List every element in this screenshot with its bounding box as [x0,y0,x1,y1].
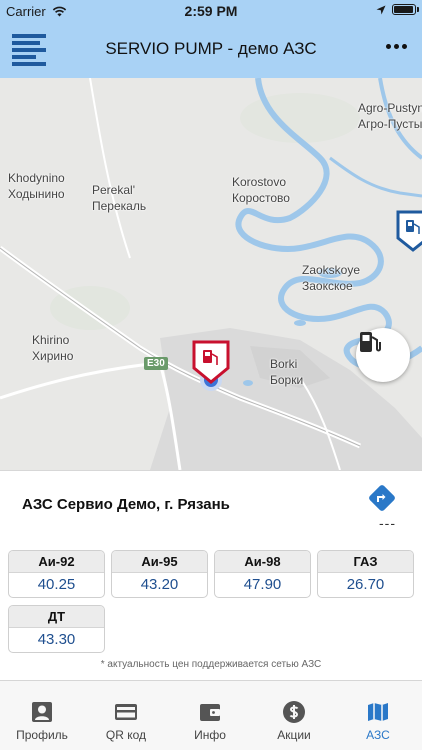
map-label-khirino: Khirino Хирино [32,333,74,363]
map-label-khodynino: Khodynino Ходынино [8,171,65,201]
status-right [376,4,419,15]
fuel-type: ДТ [9,606,104,628]
fuel-price: 40.25 [37,576,76,593]
fuel-type: Аи-95 [112,551,207,573]
tab-info[interactable]: Инфо [168,681,252,750]
directions-button[interactable] [367,483,397,513]
header: Carrier 2:59 PM SERVIO PUMP - демо АЗС [0,0,422,78]
map-label-perekal: Perekal' Перекаль [92,183,147,213]
status-time: 2:59 PM [184,3,238,19]
tab-profile[interactable]: Профиль [0,681,84,750]
battery-level [394,6,413,13]
fuel-type: Аи-98 [215,551,310,573]
tab-promos[interactable]: Акции [252,681,336,750]
app-screen: Carrier 2:59 PM SERVIO PUMP - демо АЗС A… [0,0,422,750]
price-note: * актуальность цен поддерживается сетью … [100,659,322,670]
price-card-gas[interactable]: ГАЗ 26.70 [317,550,414,598]
map-icon [368,703,388,721]
location-arrow-icon [376,5,386,14]
map-label-borki: Borki Борки [270,357,304,387]
map-view[interactable]: Agro-Pustyn Агро-Пусты Khodynino Ходынино … [0,78,422,470]
price-card-ai92[interactable]: Аи-92 40.25 [8,550,105,598]
tab-bar: Профиль QR код Инфо Акции АЗС [0,680,422,750]
price-card-ai98[interactable]: Аи-98 47.90 [214,550,311,598]
tab-qr[interactable]: QR код [84,681,168,750]
station-marker-blue[interactable] [396,210,422,252]
map-label-agro: Agro-Pustyn Агро-Пусты [358,101,422,131]
road-label-e30: E30 [144,357,168,370]
wallet-icon [200,704,220,721]
map-label-zaokskoye: Zaokskoye Заокское [302,263,361,293]
price-card-diesel[interactable]: ДТ 43.30 [8,605,105,653]
hamburger-logo-icon[interactable] [12,34,46,66]
fuel-price: 47.90 [243,576,282,593]
dollar-icon [283,701,305,723]
fuel-stations-button[interactable] [356,328,410,382]
fuel-price: 43.20 [140,576,179,593]
more-dots-icon[interactable] [382,34,410,58]
status-bar: Carrier 2:59 PM [0,0,422,22]
directions-icon [369,485,395,511]
tab-stations[interactable]: АЗС [336,681,420,750]
page-title: SERVIO PUMP - демо АЗС [105,39,317,58]
station-name: АЗС Сервио Демо, г. Рязань [22,496,230,513]
price-card-ai95[interactable]: Аи-95 43.20 [111,550,208,598]
fuel-price: 43.30 [37,631,76,648]
fuel-pump-icon [360,332,381,352]
profile-icon [32,702,52,722]
nav-bar: SERVIO PUMP - демо АЗС [0,22,422,78]
card-icon [115,704,137,720]
fuel-type: Аи-92 [9,551,104,573]
battery-icon [392,4,419,15]
map-label-korostovo: Korostovo Коростово [232,175,290,205]
station-distance: --- [379,515,396,531]
fuel-price: 26.70 [346,576,385,593]
fuel-type: ГАЗ [318,551,413,573]
station-panel: АЗС Сервио Демо, г. Рязань --- Аи-92 40.… [0,470,422,680]
